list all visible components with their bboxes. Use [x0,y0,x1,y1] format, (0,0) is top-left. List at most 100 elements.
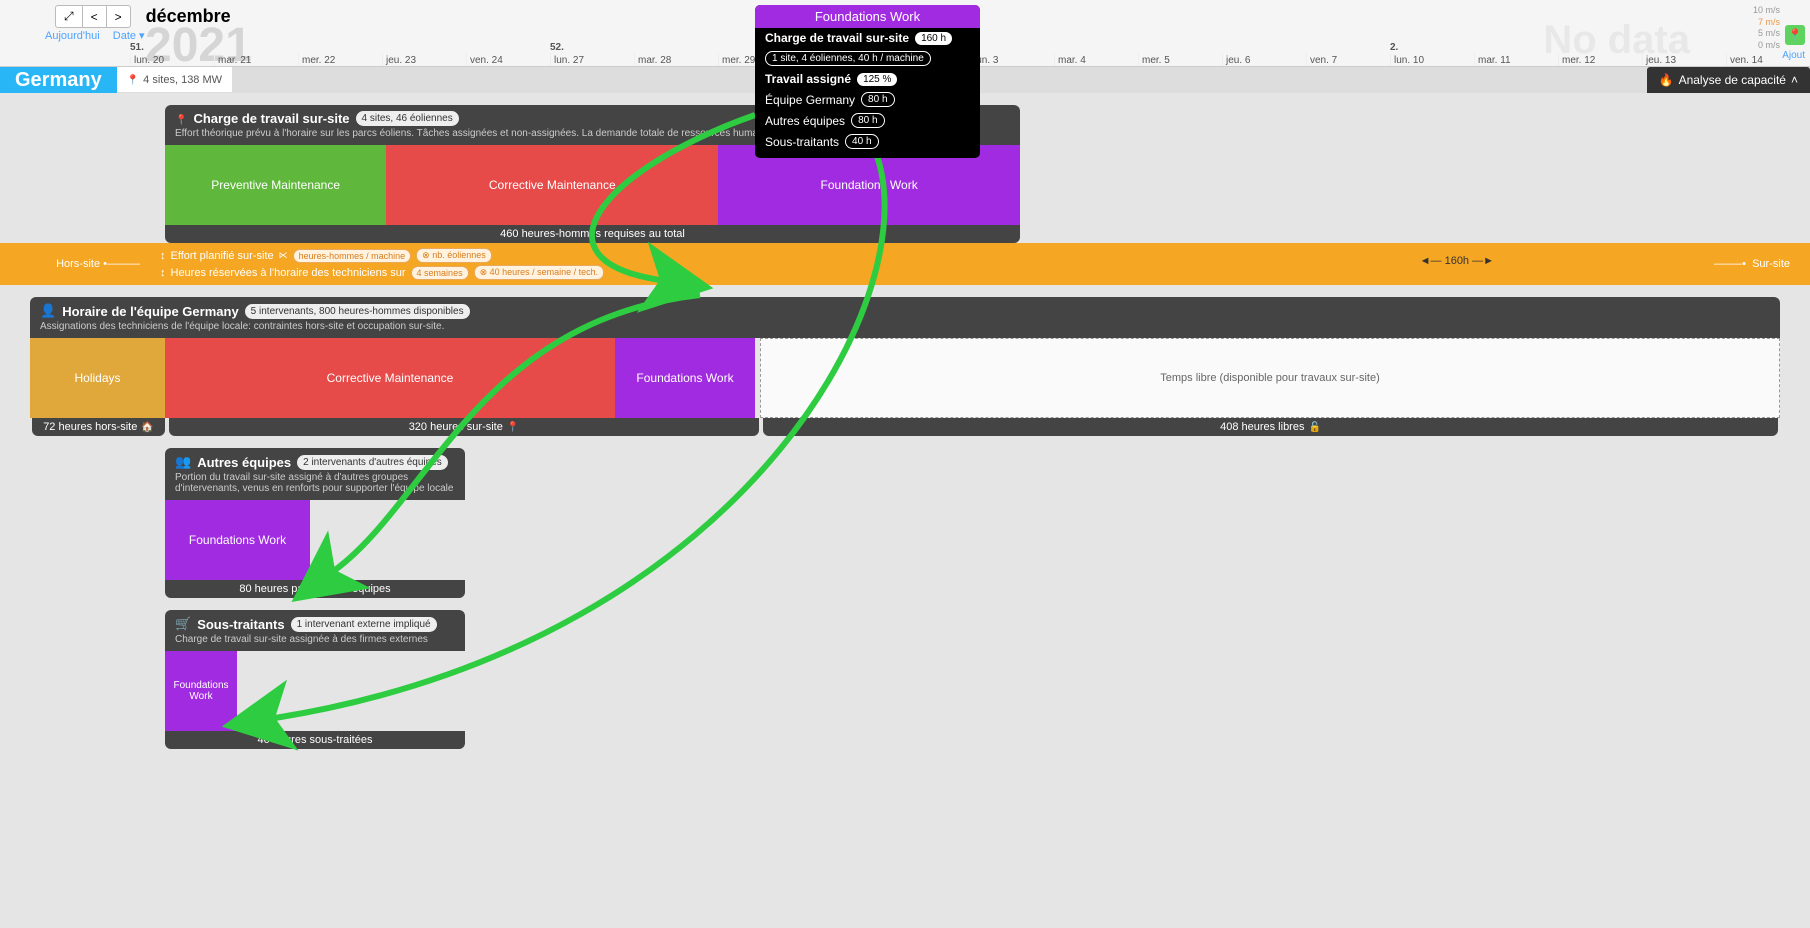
person-icon: 👤 [40,303,56,319]
chevron-up-icon: ˄ [1791,73,1798,87]
divider-badge-nb: ⊗ nb. éoliennes [416,248,492,263]
date-link[interactable]: Date ▾ [113,30,145,42]
team-footer-offsite: 72 heures hors-site [32,418,165,436]
lock-icon [1308,421,1320,433]
workload-badge: 4 sites, 46 éoliennes [356,111,459,126]
tt-team-label: Équipe Germany [765,93,855,107]
divider-badge-hours: ⊗ 40 heures / semaine / tech. [474,265,605,280]
workload-footer: 460 heures-hommes requises au total [165,225,1020,243]
team-badge: 5 intervenants, 800 heures-hommes dispon… [245,304,470,319]
day-label: ven. 7 [1306,53,1390,66]
day-label: mar. 11 [1474,53,1558,66]
today-link[interactable]: Aujourd'hui [45,30,100,42]
block-free-time[interactable]: Temps libre (disponible pour travaux sur… [760,338,1780,418]
team-header: 👤 Horaire de l'équipe Germany 5 interven… [30,297,1780,338]
fire-icon: 🔥 [1659,73,1674,87]
week-column: 2.lun. 10mar. 11mer. 12jeu. 13ven. 14 [1390,42,1810,66]
sub-badge: 1 intervenant externe impliqué [291,617,437,632]
team-title: Horaire de l'équipe Germany [62,304,238,319]
divider-badge-weeks: 4 semaines [411,266,469,280]
subcontractors-panel: 🛒 Sous-traitants 1 intervenant externe i… [165,610,465,749]
week-column: 51.lun. 20mar. 21mer. 22jeu. 23ven. 24 [130,42,550,66]
block-sub-foundations[interactable]: Foundations Work [165,651,237,731]
team-footer-free: 408 heures libres [763,418,1778,436]
team-panel: 👤 Horaire de l'équipe Germany 5 interven… [30,297,1780,436]
day-label: lun. 3 [970,53,1054,66]
others-badge: 2 intervenants d'autres équipes [297,455,448,470]
block-corrective[interactable]: Corrective Maintenance [386,145,718,225]
day-label: mar. 28 [634,53,718,66]
divider-row1-label: Effort planifié sur-site [171,250,274,262]
capacity-analysis-button[interactable]: 🔥 Analyse de capacité ˄ [1647,67,1810,93]
expand-button[interactable] [55,5,83,28]
tt-team-val: 80 h [861,92,894,107]
tt-sub-val: 40 h [845,134,878,149]
others-header: 👥 Autres équipes 2 intervenants d'autres… [165,448,465,500]
sub-header: 🛒 Sous-traitants 1 intervenant externe i… [165,610,465,651]
week-number: 51. [130,42,550,53]
day-label: mar. 21 [214,53,298,66]
capacity-label: Analyse de capacité [1679,73,1786,87]
day-label: lun. 10 [1390,53,1474,66]
cart-icon: 🛒 [175,616,191,632]
tt-others-label: Autres équipes [765,114,845,128]
prev-button[interactable]: < [83,5,107,28]
divider-right-label: Sur-site [1752,258,1790,270]
sub-desc: Charge de travail sur-site assignée à de… [175,634,455,645]
week-number: 1. [970,42,1390,53]
block-team-corrective[interactable]: Corrective Maintenance [165,338,615,418]
divider-left-label: Hors-site [56,258,100,270]
tt-sub-label: Sous-traitants [765,135,839,149]
tt-assigned-label: Travail assigné [765,72,851,86]
team-footer-onsite: 320 heures sur-site [169,418,759,436]
team-desc: Assignations des techniciens de l'équipe… [40,321,1770,332]
day-label: lun. 27 [550,53,634,66]
foundations-tooltip: Foundations Work Charge de travail sur-s… [755,5,980,158]
tooltip-title: Foundations Work [755,5,980,28]
nav-buttons: < > [55,5,131,28]
wind-5: 5 m/s [1753,28,1780,40]
week-column: 1.lun. 3mar. 4mer. 5jeu. 6ven. 7 [970,42,1390,66]
tt-workload-sub: 1 site, 4 éoliennes, 40 h / machine [765,51,931,66]
block-others-foundations[interactable]: Foundations Work [165,500,310,580]
sub-footer: 40 heures sous-traitées [165,731,465,749]
week-number: 2. [1390,42,1810,53]
day-label: ven. 24 [466,53,550,66]
divider-bar: Hors-site •——— ↕ Effort planifié sur-sit… [0,243,1810,285]
block-holidays[interactable]: Holidays [30,338,165,418]
wind-10: 10 m/s [1753,5,1780,17]
block-preventive[interactable]: Preventive Maintenance [165,145,386,225]
day-label: mar. 4 [1054,53,1138,66]
day-label: ven. 14 [1726,53,1810,66]
day-label: jeu. 23 [382,53,466,66]
others-panel: 👥 Autres équipes 2 intervenants d'autres… [165,448,465,598]
day-label: jeu. 13 [1642,53,1726,66]
tt-assigned-val: 125 % [857,73,897,86]
region-name: Germany [0,67,117,93]
workload-title: Charge de travail sur-site [193,111,349,126]
tt-others-val: 80 h [851,113,884,128]
day-label: lun. 20 [130,53,214,66]
pin-icon [175,111,187,126]
tt-workload-label: Charge de travail sur-site [765,31,909,45]
team-icon: 👥 [175,454,191,470]
others-desc: Portion du travail sur-site assigné à d'… [175,472,455,494]
pin-icon [127,74,139,86]
wind-7: 7 m/s [1753,17,1780,29]
tt-workload-val: 160 h [915,32,952,45]
region-info: 4 sites, 138 MW [117,67,232,93]
month-title: décembre [146,6,231,27]
block-team-foundations[interactable]: Foundations Work [615,338,755,418]
next-button[interactable]: > [107,5,131,28]
day-label: mer. 5 [1138,53,1222,66]
others-footer: 80 heures par d'autres équipes [165,580,465,598]
sub-title: Sous-traitants [197,617,284,632]
day-label: mer. 12 [1558,53,1642,66]
day-label: jeu. 6 [1222,53,1306,66]
others-title: Autres équipes [197,455,291,470]
home-icon [141,421,153,433]
day-label: mer. 22 [298,53,382,66]
pin-icon [507,421,519,433]
divider-row2-label: Heures réservées à l'horaire des technic… [171,267,406,279]
divider-160h: ◄— 160h —► [1420,255,1494,267]
